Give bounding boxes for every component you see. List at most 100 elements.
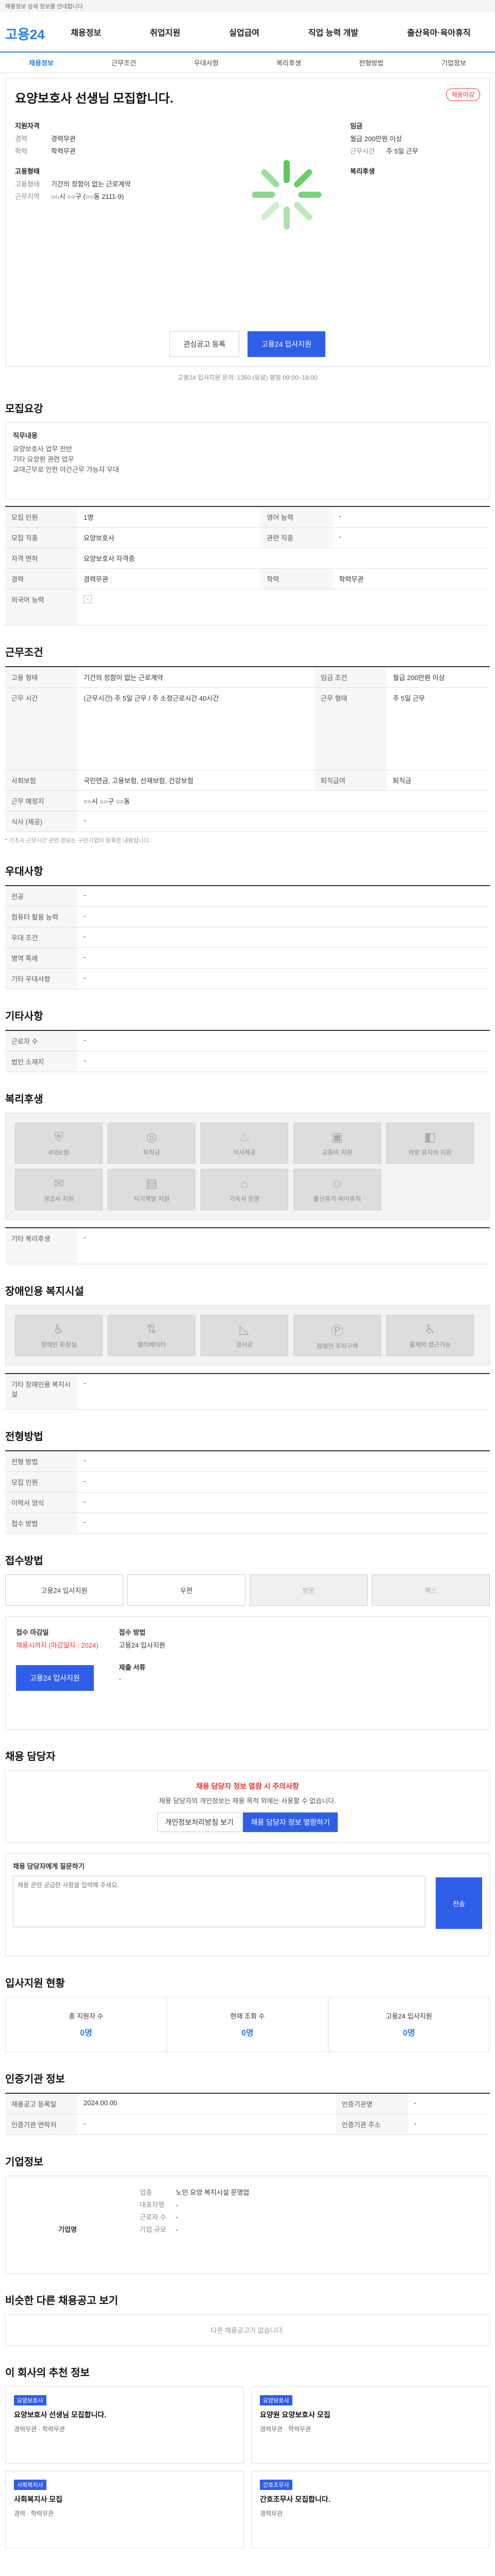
recommend-card[interactable]: 요양보호사 요양보호사 선생님 모집합니다. 경력무관 · 학력무관 bbox=[5, 2386, 244, 2464]
stat-label: 현재 조회 수 bbox=[230, 2012, 265, 2020]
company-name: 기업명 bbox=[58, 2226, 77, 2233]
method-online[interactable]: 고용24 입사지원 bbox=[5, 1574, 123, 1606]
card-label: 사회복지사 bbox=[14, 2480, 46, 2490]
cell-key: 모집 인원 bbox=[5, 1471, 77, 1493]
cell-value: - bbox=[77, 947, 490, 969]
kv-value: - bbox=[176, 2213, 178, 2221]
question-send-button[interactable]: 전송 bbox=[436, 1877, 482, 1929]
alert-desc: 채용 담당자의 개인정보는 채용 목적 외에는 사용할 수 없습니다. bbox=[159, 1797, 336, 1805]
gnb-item[interactable]: 직업 능력 개발 bbox=[308, 26, 358, 38]
parking-icon: Ⓟ bbox=[331, 1324, 343, 1338]
cell-value: - bbox=[333, 506, 490, 528]
wheelchair-icon: ♿ bbox=[424, 1322, 436, 1336]
tab-screen[interactable]: 전형방법 bbox=[359, 58, 384, 67]
gnb-item[interactable]: 채용정보 bbox=[71, 26, 101, 38]
cell-value: 경력무관 bbox=[77, 568, 261, 589]
tab-benefit[interactable]: 복리후생 bbox=[276, 58, 301, 67]
kv-value: - bbox=[176, 2226, 178, 2233]
benefit-item: ☺ 출산휴가·육아휴직 bbox=[293, 1169, 381, 1210]
company-box: 기업명 업종 노인 요양 복지시설 운영업 대표자명 - 근로자 수 - 기업 규모 - bbox=[5, 2176, 490, 2274]
facility-item: ◺ 경사로 bbox=[201, 1314, 288, 1356]
site-logo[interactable]: 고용24 bbox=[5, 24, 45, 43]
method-post[interactable]: 우편 bbox=[127, 1574, 245, 1606]
gnb-item[interactable]: 출산육아·육아휴직 bbox=[407, 26, 471, 38]
tab-work[interactable]: 근무조건 bbox=[111, 58, 136, 67]
other-title: 기타사항 bbox=[5, 1011, 43, 1022]
question-input[interactable] bbox=[13, 1876, 425, 1927]
card-title: 사회복지사 모집 bbox=[14, 2495, 63, 2503]
cell-value: - bbox=[77, 886, 490, 907]
question-title: 채용 담당자에게 질문하기 bbox=[13, 1862, 85, 1870]
kv-key: 근무지역 bbox=[15, 193, 40, 200]
kv-key: 대표자명 bbox=[140, 2201, 164, 2209]
benefit-label: 4대보험 bbox=[48, 1148, 69, 1156]
recommend-list: 요양보호사 요양보호사 선생님 모집합니다. 경력무관 · 학력무관 요양보호사 요양… bbox=[5, 2386, 490, 2548]
cell-key: 경력 bbox=[5, 568, 77, 589]
cell-key: 사회보험 bbox=[5, 770, 77, 791]
benefit-etc-table: 기타 복리후생 - bbox=[5, 1227, 490, 1264]
cell-key: 모집 직종 bbox=[5, 527, 77, 548]
recommend-card[interactable]: 간호조무사 간호조무사 모집합니다. 경력무관 bbox=[251, 2471, 490, 2548]
card-label: 요양보호사 bbox=[14, 2395, 46, 2405]
similar-empty: 다른 채용공고가 없습니다. bbox=[5, 2314, 490, 2346]
interest-button[interactable]: 관심공고 등록 bbox=[170, 331, 240, 357]
cell-value: - bbox=[77, 589, 490, 625]
benefit-label: 경조사 지원 bbox=[43, 1195, 74, 1202]
cell-key: 전형 방법 bbox=[5, 1451, 77, 1472]
privacy-button[interactable]: 개인정보처리방침 보기 bbox=[157, 1812, 241, 1832]
kv-key: 학력 bbox=[15, 147, 27, 155]
tag: - bbox=[84, 595, 92, 603]
facility-item: ♿ 휠체어 접근가능 bbox=[386, 1314, 474, 1356]
kv-key: 경력 bbox=[15, 135, 27, 143]
tab-company[interactable]: 기업정보 bbox=[441, 58, 466, 67]
cell-value: - bbox=[407, 2093, 490, 2114]
cell-value: - bbox=[77, 1492, 490, 1513]
facility-label: 장애인 화장실 bbox=[41, 1341, 77, 1348]
cell-key: 채용공고 등록일 bbox=[5, 2093, 77, 2114]
kv-key: 근로자 수 bbox=[140, 2213, 167, 2221]
cell-value: 요양보호사 자격증 bbox=[77, 548, 490, 569]
apply-online-button[interactable]: 고용24 입사지원 bbox=[16, 1665, 94, 1691]
cell-value: - bbox=[77, 968, 490, 989]
cell-value: - bbox=[77, 1471, 490, 1493]
cell-key: 식사 (제공) bbox=[5, 811, 77, 832]
restroom-icon: ♿ bbox=[53, 1322, 64, 1336]
cell-value: 국민연금, 고용보험, 산재보험, 건강보험 bbox=[77, 770, 315, 791]
alert-title: 채용 담당자 정보 열람 시 주의사항 bbox=[196, 1782, 299, 1790]
facility-item: ♿ 장애인 화장실 bbox=[15, 1314, 103, 1356]
cell-key: 영어 능력 bbox=[260, 506, 333, 528]
benefit-label: 기숙사 운영 bbox=[229, 1195, 260, 1202]
apply-button[interactable]: 고용24 입사지원 bbox=[248, 331, 325, 357]
disability-title: 장애인용 복지시설 bbox=[5, 1285, 84, 1297]
cell-key: 기타 장애인용 복지시설 bbox=[5, 1373, 77, 1410]
benefit-label: 차량 유지비 지원 bbox=[408, 1149, 452, 1156]
recommend-card[interactable]: 요양보호사 요양원 요양보호사 모집 경력무관 · 학력무관 bbox=[251, 2386, 490, 2464]
facility-label: 엘리베이터 bbox=[137, 1341, 166, 1348]
cell-value: 주 5일 근무 bbox=[386, 687, 490, 770]
recommend-card[interactable]: 사회복지사 사회복지사 모집 경력 · 학력무관 bbox=[5, 2471, 244, 2548]
cell-value: - bbox=[407, 2114, 490, 2135]
section-tabs: 채용정보 근무조건 우대사항 복리후생 전형방법 기업정보 bbox=[0, 53, 495, 73]
recommend-title: 이 회사의 추천 정보 bbox=[5, 2367, 90, 2379]
gnb-item[interactable]: 실업급여 bbox=[229, 26, 259, 38]
cell-key: 임금 조건 bbox=[314, 667, 387, 688]
cell-value: - bbox=[77, 1228, 490, 1264]
method-label: 접수 방법 bbox=[119, 1629, 146, 1636]
cell-key: 학력 bbox=[260, 568, 333, 589]
kv-value: ○○시 ○○구 (○○동 2111-9) bbox=[51, 193, 124, 200]
tab-recruit[interactable]: 채용정보 bbox=[29, 58, 54, 67]
cell-key: 컴퓨터 활용 능력 bbox=[5, 906, 77, 927]
tab-prefer[interactable]: 우대사항 bbox=[194, 58, 219, 67]
meal-icon: ♨ bbox=[239, 1130, 250, 1144]
gnb-item[interactable]: 취업지원 bbox=[150, 26, 180, 38]
cell-value: - bbox=[77, 1051, 490, 1072]
view-manager-button[interactable]: 채용 담당자 정보 열람하기 bbox=[243, 1812, 338, 1832]
cell-key: 전공 bbox=[5, 886, 77, 907]
elevator-icon: ⇅ bbox=[146, 1322, 157, 1336]
prefer-title: 우대사항 bbox=[5, 866, 43, 877]
other-table: 근로자 수- 법인 소재지 - bbox=[5, 1030, 490, 1072]
card-title: 간호조무사 모집합니다. bbox=[260, 2495, 331, 2503]
gift-icon: ✉ bbox=[53, 1177, 64, 1191]
global-nav: 채용정보 취업지원 실업급여 직업 능력 개발 출산육아·육아휴직 bbox=[46, 26, 495, 38]
benefit-item: ✉ 경조사 지원 bbox=[15, 1169, 103, 1210]
